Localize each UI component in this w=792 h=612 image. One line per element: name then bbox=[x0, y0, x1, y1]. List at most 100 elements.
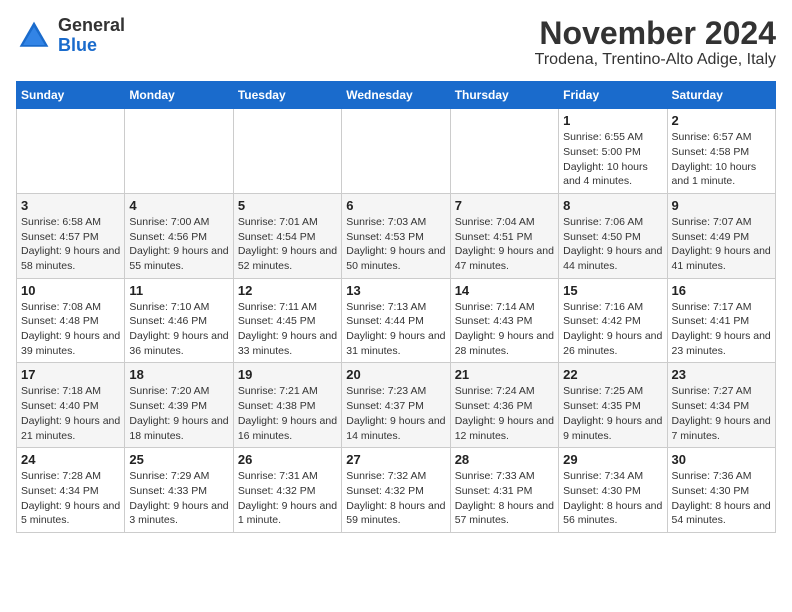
day-info: Sunrise: 7:20 AM Sunset: 4:39 PM Dayligh… bbox=[129, 384, 228, 443]
day-cell: 12 Sunrise: 7:11 AM Sunset: 4:45 PM Dayli… bbox=[233, 278, 341, 363]
calendar-body: 1 Sunrise: 6:55 AM Sunset: 5:00 PM Daylig… bbox=[17, 109, 776, 533]
calendar-header: SundayMondayTuesdayWednesdayThursdayFrid… bbox=[17, 82, 776, 109]
day-number: 25 bbox=[129, 452, 228, 467]
weekday-sunday: Sunday bbox=[17, 82, 125, 109]
day-number: 30 bbox=[672, 452, 771, 467]
day-number: 16 bbox=[672, 283, 771, 298]
day-number: 20 bbox=[346, 367, 445, 382]
week-row-4: 17 Sunrise: 7:18 AM Sunset: 4:40 PM Dayli… bbox=[17, 363, 776, 448]
day-cell: 7 Sunrise: 7:04 AM Sunset: 4:51 PM Daylig… bbox=[450, 193, 558, 278]
day-cell: 1 Sunrise: 6:55 AM Sunset: 5:00 PM Daylig… bbox=[559, 109, 667, 194]
day-cell: 19 Sunrise: 7:21 AM Sunset: 4:38 PM Dayli… bbox=[233, 363, 341, 448]
day-cell: 23 Sunrise: 7:27 AM Sunset: 4:34 PM Dayli… bbox=[667, 363, 775, 448]
day-number: 23 bbox=[672, 367, 771, 382]
day-info: Sunrise: 7:11 AM Sunset: 4:45 PM Dayligh… bbox=[238, 300, 337, 359]
weekday-friday: Friday bbox=[559, 82, 667, 109]
day-cell: 2Sunrise: 6:57 AM Sunset: 4:58 PM Daylig… bbox=[667, 109, 775, 194]
day-cell: 26 Sunrise: 7:31 AM Sunset: 4:32 PM Dayli… bbox=[233, 448, 341, 533]
day-number: 12 bbox=[238, 283, 337, 298]
day-info: Sunrise: 7:24 AM Sunset: 4:36 PM Dayligh… bbox=[455, 384, 554, 443]
day-info: Sunrise: 6:55 AM Sunset: 5:00 PM Dayligh… bbox=[563, 130, 662, 189]
day-cell: 29Sunrise: 7:34 AM Sunset: 4:30 PM Dayli… bbox=[559, 448, 667, 533]
day-info: Sunrise: 7:14 AM Sunset: 4:43 PM Dayligh… bbox=[455, 300, 554, 359]
day-info: Sunrise: 7:31 AM Sunset: 4:32 PM Dayligh… bbox=[238, 469, 337, 528]
day-cell: 28 Sunrise: 7:33 AM Sunset: 4:31 PM Dayli… bbox=[450, 448, 558, 533]
calendar: SundayMondayTuesdayWednesdayThursdayFrid… bbox=[16, 81, 776, 533]
day-info: Sunrise: 7:28 AM Sunset: 4:34 PM Dayligh… bbox=[21, 469, 120, 528]
day-cell: 3 Sunrise: 6:58 AM Sunset: 4:57 PM Daylig… bbox=[17, 193, 125, 278]
day-number: 15 bbox=[563, 283, 662, 298]
day-number: 18 bbox=[129, 367, 228, 382]
day-cell: 27 Sunrise: 7:32 AM Sunset: 4:32 PM Dayli… bbox=[342, 448, 450, 533]
logo-general: General bbox=[58, 15, 125, 35]
day-number: 4 bbox=[129, 198, 228, 213]
day-cell: 30 Sunrise: 7:36 AM Sunset: 4:30 PM Dayli… bbox=[667, 448, 775, 533]
day-info: Sunrise: 7:00 AM Sunset: 4:56 PM Dayligh… bbox=[129, 215, 228, 274]
location: Trodena, Trentino-Alto Adige, Italy bbox=[535, 51, 776, 69]
day-number: 26 bbox=[238, 452, 337, 467]
day-number: 28 bbox=[455, 452, 554, 467]
day-cell: 5Sunrise: 7:01 AM Sunset: 4:54 PM Daylig… bbox=[233, 193, 341, 278]
day-cell: 6Sunrise: 7:03 AM Sunset: 4:53 PM Daylig… bbox=[342, 193, 450, 278]
day-info: Sunrise: 7:16 AM Sunset: 4:42 PM Dayligh… bbox=[563, 300, 662, 359]
day-number: 21 bbox=[455, 367, 554, 382]
week-row-3: 10 Sunrise: 7:08 AM Sunset: 4:48 PM Dayli… bbox=[17, 278, 776, 363]
day-info: Sunrise: 7:23 AM Sunset: 4:37 PM Dayligh… bbox=[346, 384, 445, 443]
day-info: Sunrise: 7:06 AM Sunset: 4:50 PM Dayligh… bbox=[563, 215, 662, 274]
day-number: 3 bbox=[21, 198, 120, 213]
day-info: Sunrise: 7:04 AM Sunset: 4:51 PM Dayligh… bbox=[455, 215, 554, 274]
logo-text: General Blue bbox=[58, 16, 125, 56]
day-info: Sunrise: 7:13 AM Sunset: 4:44 PM Dayligh… bbox=[346, 300, 445, 359]
logo-blue: Blue bbox=[58, 35, 97, 55]
title-area: November 2024 Trodena, Trentino-Alto Adi… bbox=[535, 16, 776, 69]
weekday-tuesday: Tuesday bbox=[233, 82, 341, 109]
day-number: 22 bbox=[563, 367, 662, 382]
weekday-wednesday: Wednesday bbox=[342, 82, 450, 109]
week-row-2: 3 Sunrise: 6:58 AM Sunset: 4:57 PM Daylig… bbox=[17, 193, 776, 278]
day-info: Sunrise: 7:21 AM Sunset: 4:38 PM Dayligh… bbox=[238, 384, 337, 443]
day-info: Sunrise: 7:17 AM Sunset: 4:41 PM Dayligh… bbox=[672, 300, 771, 359]
day-cell: 18 Sunrise: 7:20 AM Sunset: 4:39 PM Dayli… bbox=[125, 363, 233, 448]
weekday-saturday: Saturday bbox=[667, 82, 775, 109]
month-title: November 2024 bbox=[535, 16, 776, 51]
day-info: Sunrise: 6:57 AM Sunset: 4:58 PM Dayligh… bbox=[672, 130, 771, 189]
logo-icon bbox=[16, 18, 52, 54]
day-info: Sunrise: 7:32 AM Sunset: 4:32 PM Dayligh… bbox=[346, 469, 445, 528]
header: General Blue November 2024 Trodena, Tren… bbox=[16, 16, 776, 69]
day-cell: 13Sunrise: 7:13 AM Sunset: 4:44 PM Dayli… bbox=[342, 278, 450, 363]
day-cell bbox=[17, 109, 125, 194]
day-info: Sunrise: 7:18 AM Sunset: 4:40 PM Dayligh… bbox=[21, 384, 120, 443]
day-number: 29 bbox=[563, 452, 662, 467]
day-cell: 21 Sunrise: 7:24 AM Sunset: 4:36 PM Dayli… bbox=[450, 363, 558, 448]
day-cell bbox=[125, 109, 233, 194]
week-row-1: 1 Sunrise: 6:55 AM Sunset: 5:00 PM Daylig… bbox=[17, 109, 776, 194]
day-cell bbox=[342, 109, 450, 194]
day-cell bbox=[450, 109, 558, 194]
day-info: Sunrise: 7:33 AM Sunset: 4:31 PM Dayligh… bbox=[455, 469, 554, 528]
day-cell: 10 Sunrise: 7:08 AM Sunset: 4:48 PM Dayli… bbox=[17, 278, 125, 363]
week-row-5: 24 Sunrise: 7:28 AM Sunset: 4:34 PM Dayli… bbox=[17, 448, 776, 533]
day-cell: 14Sunrise: 7:14 AM Sunset: 4:43 PM Dayli… bbox=[450, 278, 558, 363]
day-cell: 8Sunrise: 7:06 AM Sunset: 4:50 PM Daylig… bbox=[559, 193, 667, 278]
day-number: 24 bbox=[21, 452, 120, 467]
day-info: Sunrise: 7:36 AM Sunset: 4:30 PM Dayligh… bbox=[672, 469, 771, 528]
day-cell: 15 Sunrise: 7:16 AM Sunset: 4:42 PM Dayli… bbox=[559, 278, 667, 363]
day-number: 7 bbox=[455, 198, 554, 213]
day-cell: 25 Sunrise: 7:29 AM Sunset: 4:33 PM Dayli… bbox=[125, 448, 233, 533]
day-number: 11 bbox=[129, 283, 228, 298]
day-info: Sunrise: 7:08 AM Sunset: 4:48 PM Dayligh… bbox=[21, 300, 120, 359]
day-number: 1 bbox=[563, 113, 662, 128]
day-number: 27 bbox=[346, 452, 445, 467]
day-number: 6 bbox=[346, 198, 445, 213]
day-info: Sunrise: 7:25 AM Sunset: 4:35 PM Dayligh… bbox=[563, 384, 662, 443]
day-info: Sunrise: 7:29 AM Sunset: 4:33 PM Dayligh… bbox=[129, 469, 228, 528]
day-info: Sunrise: 7:01 AM Sunset: 4:54 PM Dayligh… bbox=[238, 215, 337, 274]
day-cell: 16 Sunrise: 7:17 AM Sunset: 4:41 PM Dayli… bbox=[667, 278, 775, 363]
day-number: 17 bbox=[21, 367, 120, 382]
day-number: 9 bbox=[672, 198, 771, 213]
day-info: Sunrise: 7:27 AM Sunset: 4:34 PM Dayligh… bbox=[672, 384, 771, 443]
day-number: 10 bbox=[21, 283, 120, 298]
day-info: Sunrise: 7:10 AM Sunset: 4:46 PM Dayligh… bbox=[129, 300, 228, 359]
day-info: Sunrise: 6:58 AM Sunset: 4:57 PM Dayligh… bbox=[21, 215, 120, 274]
day-number: 19 bbox=[238, 367, 337, 382]
